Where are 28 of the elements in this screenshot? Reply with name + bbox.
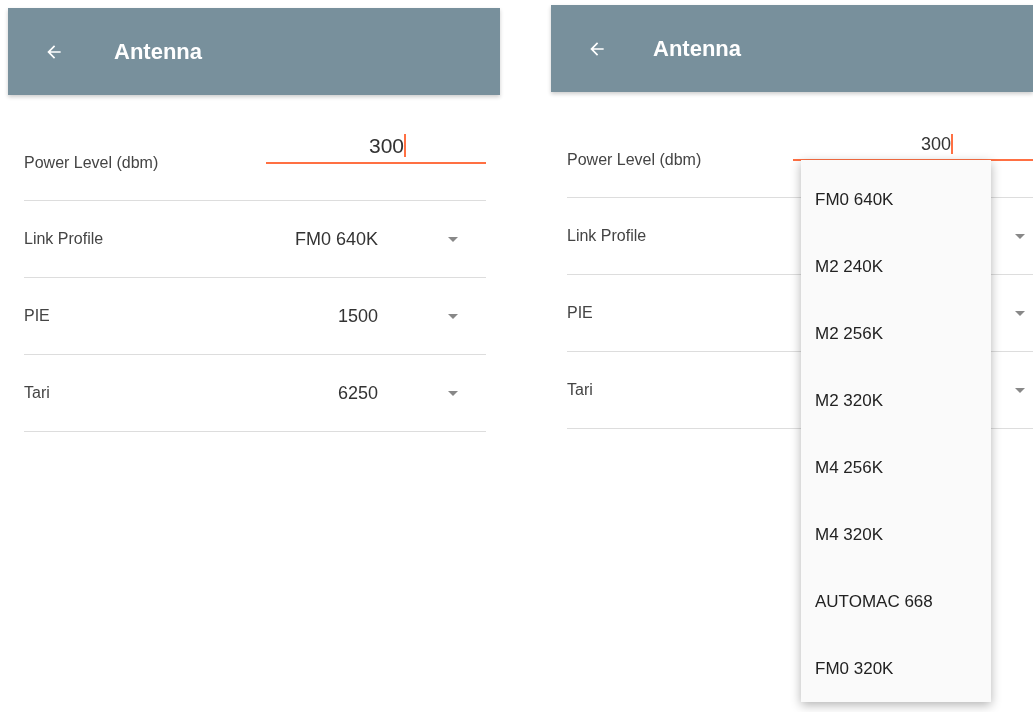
menu-item[interactable]: M4 256K [801,434,991,501]
screen-title: Antenna [114,38,202,65]
field-label: Tari [567,381,593,399]
power-input-field[interactable]: 300 [266,134,486,164]
field-label: PIE [567,304,593,322]
menu-item[interactable]: M2 256K [801,300,991,367]
field-label: Link Profile [24,230,104,248]
menu-item[interactable]: FM0 640K [801,166,991,233]
dropdown-caret-icon[interactable] [1015,310,1025,316]
dropdown-value[interactable]: FM0 640K [294,228,378,250]
menu-item[interactable]: AUTOMAC 668 [801,568,991,635]
dropdown-caret-icon[interactable] [448,390,458,396]
field-label: Tari [24,384,50,402]
dropdown-caret-icon[interactable] [448,236,458,242]
dropdown-caret-icon[interactable] [1015,387,1025,393]
field-label: Link Profile [567,227,647,245]
menu-item[interactable]: FM0 320K [801,635,991,702]
field-label: Power Level (dbm) [24,154,159,172]
menu-item[interactable]: M2 320K [801,367,991,434]
dropdown-caret-icon[interactable] [1015,233,1025,239]
field-label: PIE [24,307,50,325]
menu-item[interactable]: M2 240K [801,233,991,300]
field-label: Power Level (dbm) [567,151,702,169]
dropdown-value[interactable]: 6250 [337,382,378,404]
menu-item[interactable]: M4 320K [801,501,991,568]
dropdown-caret-icon[interactable] [448,313,458,319]
screen-title: Antenna [653,35,741,62]
dropdown-value[interactable]: 1500 [337,305,378,327]
